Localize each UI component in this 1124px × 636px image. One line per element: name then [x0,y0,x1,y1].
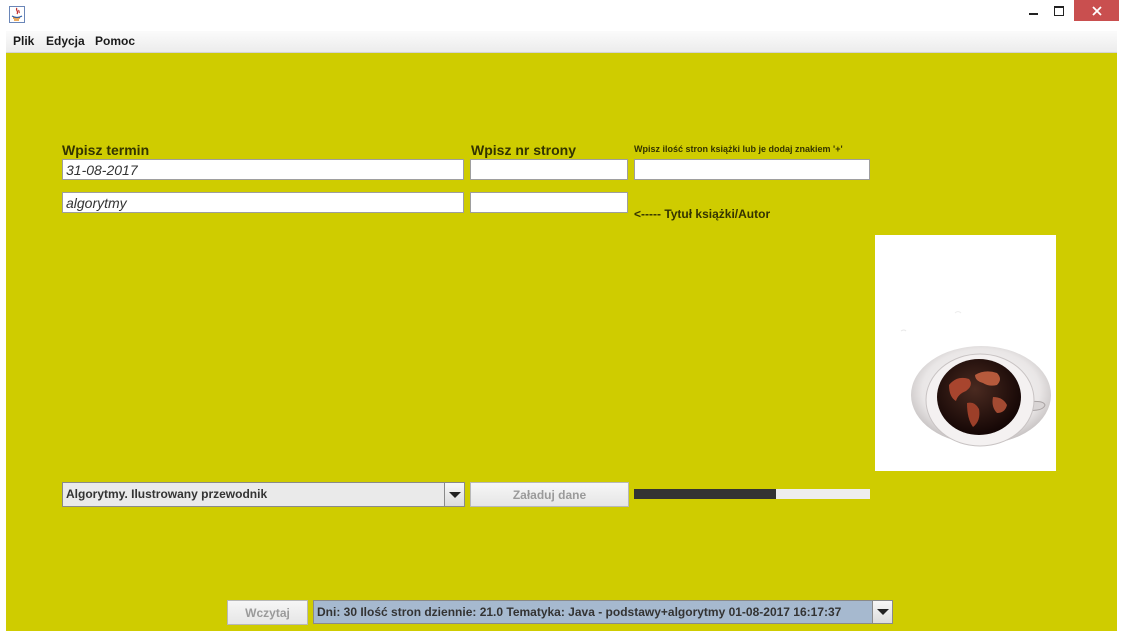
title-author-hint: <----- Tytuł książki/Autor [634,207,771,221]
minimize-icon [1028,12,1038,15]
menu-edycja[interactable]: Edycja [46,34,85,48]
main-panel: Wpisz termin Wpisz nr strony Wpisz ilość… [6,53,1117,631]
deadline-label: Wpisz termin [62,142,150,158]
progress-bar [634,489,870,499]
pages-count-label: Wpisz ilość stron książki lub je dodaj z… [634,144,843,154]
book-select-value: Algorytmy. Ilustrowany przewodnik [66,487,268,501]
page-number-input[interactable] [470,159,628,180]
book-select-arrow[interactable] [444,483,464,506]
maximize-button[interactable] [1046,0,1072,21]
minimize-button[interactable] [1020,0,1046,21]
menu-plik[interactable]: Plik [13,34,34,48]
load-data-button[interactable]: Załaduj dane [470,482,629,507]
dropdown-arrow-icon [876,609,889,615]
close-button[interactable] [1074,0,1119,21]
menu-pomoc[interactable]: Pomoc [95,34,135,48]
progress-fill [634,489,776,499]
page-number-label: Wpisz nr strony [471,142,577,158]
pages-count-input[interactable] [634,159,870,180]
book-select[interactable]: Algorytmy. Ilustrowany przewodnik [62,482,465,507]
book-page-input[interactable] [470,192,628,213]
coffee-cup-globe-image [875,235,1056,471]
read-button[interactable]: Wczytaj [227,600,308,625]
summary-select[interactable]: Dni: 30 Ilość stron dziennie: 21.0 Temat… [313,600,893,624]
window-border-bottom [0,631,1124,636]
summary-select-arrow[interactable] [872,601,892,623]
dropdown-arrow-icon [448,491,461,498]
java-app-icon [9,6,25,23]
menu-bar: Plik Edycja Pomoc [6,31,1117,53]
title-bar [0,0,1124,30]
coffee-cup-illustration [900,311,1056,471]
maximize-icon [1054,5,1064,16]
book-title-input[interactable] [62,192,464,213]
close-icon [1091,5,1102,16]
deadline-input[interactable] [62,159,464,180]
summary-select-value: Dni: 30 Ilość stron dziennie: 21.0 Temat… [317,605,842,619]
